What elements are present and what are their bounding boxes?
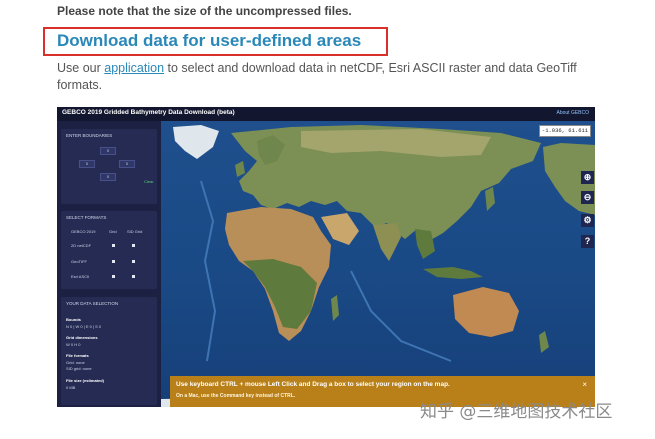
watermark: 知乎 @三维地图技术社区 [420, 402, 613, 422]
selection-panel: YOUR DATA SELECTION Bounds N 0 | W 0 | E… [61, 297, 157, 405]
application-link[interactable]: application [104, 61, 164, 75]
about-link[interactable]: About GEBCO [556, 110, 589, 116]
formats-panel: SELECT FORMATS GEBCO 2019 Grid SID Grid … [61, 211, 157, 289]
formats-col-sid: SID Grid [127, 229, 143, 234]
app-titlebar: GEBCO 2019 Gridded Bathymetry Data Downl… [57, 107, 595, 121]
file-formats-label: File formats [66, 353, 89, 358]
bounds-value: N 0 | W 0 | E 0 | S 0 [66, 324, 102, 329]
grid-dimensions-value: W 0 H 0 [66, 342, 81, 347]
north-input[interactable]: 0 [100, 147, 116, 155]
intro-paragraph: Use our application to select and downlo… [57, 60, 577, 94]
zoom-out-icon[interactable]: ⊖ [581, 191, 594, 204]
section-heading: Download data for user-defined areas [57, 31, 362, 50]
format-label-ascii: Esri ASCII [71, 274, 90, 279]
netcdf-grid-checkbox[interactable] [112, 244, 115, 247]
sid-format-value: SID grid: none [66, 366, 92, 371]
format-label-geotiff: GeoTIFF [71, 259, 88, 264]
format-label-netcdf: 2D netCDF [71, 243, 92, 248]
grid-dimensions-label: Grid dimensions [66, 335, 98, 340]
note-text: Please note that the size of the uncompr… [57, 4, 352, 18]
world-map-graphic [161, 121, 595, 407]
bounds-label: Bounds [66, 317, 81, 322]
world-map[interactable]: -1.936, 61.611 ⊕ ⊖ ⚙ ? Use keyboard CTRL… [161, 121, 595, 407]
zoom-in-icon[interactable]: ⊕ [581, 171, 594, 184]
file-size-label: File size (estimated) [66, 378, 105, 383]
grid-format-value: Grid: none [66, 360, 85, 365]
selection-title: YOUR DATA SELECTION [66, 301, 119, 306]
close-icon[interactable]: × [582, 380, 587, 389]
formats-col-header: GEBCO 2019 [71, 229, 96, 234]
app-title: GEBCO 2019 Gridded Bathymetry Data Downl… [62, 109, 235, 116]
boundaries-title: ENTER BOUNDARIES [66, 133, 113, 138]
south-input[interactable]: 0 [100, 173, 116, 181]
settings-icon[interactable]: ⚙ [581, 214, 594, 227]
ascii-sid-checkbox[interactable] [132, 275, 135, 278]
clear-button[interactable]: Clear [144, 179, 154, 184]
west-input[interactable]: 0 [79, 160, 95, 168]
geotiff-sid-checkbox[interactable] [132, 260, 135, 263]
east-input[interactable]: 0 [119, 160, 135, 168]
intro-text-before: Use our [57, 61, 105, 75]
instruction-line-1: Use keyboard CTRL + mouse Left Click and… [176, 381, 450, 388]
formats-title: SELECT FORMATS [66, 215, 107, 220]
ascii-grid-checkbox[interactable] [112, 275, 115, 278]
geotiff-grid-checkbox[interactable] [112, 260, 115, 263]
coordinates-readout: -1.936, 61.611 [539, 125, 591, 137]
help-icon[interactable]: ? [581, 235, 594, 248]
instruction-line-2: On a Mac, use the Command key instead of… [176, 393, 296, 399]
boundaries-panel: ENTER BOUNDARIES 0 0 0 0 Clear [61, 129, 157, 204]
app-sidebar: ENTER BOUNDARIES 0 0 0 0 Clear SELECT FO… [57, 121, 161, 407]
app-screenshot: GEBCO 2019 Gridded Bathymetry Data Downl… [57, 107, 595, 407]
formats-col-grid: Grid [109, 229, 117, 234]
file-size-value: 0 MB [66, 385, 76, 390]
netcdf-sid-checkbox[interactable] [132, 244, 135, 247]
